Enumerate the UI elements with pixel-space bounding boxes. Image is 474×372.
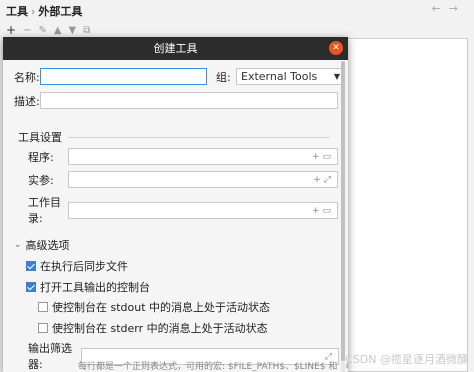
insert-macro-icon[interactable]: +: [312, 206, 323, 216]
name-input[interactable]: [40, 68, 207, 85]
stderr-row: 使控制台在 stderr 中的消息上处于活动状态: [38, 320, 268, 336]
nav-arrows: ←→: [432, 2, 466, 15]
dialog-title: 创建工具: [153, 42, 198, 55]
workdir-input[interactable]: +▭: [68, 201, 338, 219]
tool-settings-heading: 工具设置: [18, 131, 62, 144]
dialog-scrollbar[interactable]: [340, 61, 346, 372]
back-arrow-icon[interactable]: ←: [432, 2, 449, 15]
description-input[interactable]: [40, 92, 338, 109]
move-up-icon[interactable]: ▲: [54, 25, 62, 36]
arguments-label: 实参:: [28, 173, 54, 187]
program-input[interactable]: +▭: [68, 148, 338, 165]
close-icon[interactable]: ✕: [329, 41, 343, 55]
name-row: 名称: 组: External Tools ▼: [14, 68, 345, 85]
arguments-input[interactable]: +⤢: [68, 171, 338, 188]
description-label: 描述:: [14, 94, 40, 108]
settings-header: 工具 › 外部工具 ←→: [0, 0, 474, 20]
section-divider: [68, 136, 330, 138]
stderr-checkbox[interactable]: [38, 323, 48, 333]
add-icon[interactable]: +: [6, 23, 16, 37]
breadcrumb: 工具 › 外部工具: [6, 3, 82, 19]
sync-label[interactable]: 在执行后同步文件: [40, 258, 128, 274]
stdout-label[interactable]: 使控制台在 stdout 中的消息上处于活动状态: [52, 299, 270, 315]
name-label: 名称:: [14, 70, 40, 84]
insert-macro-icon[interactable]: +: [313, 175, 324, 185]
folder-icon[interactable]: ▭: [322, 206, 334, 216]
description-row: 描述:: [14, 92, 338, 109]
stderr-label[interactable]: 使控制台在 stderr 中的消息上处于活动状态: [52, 320, 268, 336]
remove-icon[interactable]: −: [23, 25, 31, 36]
create-tool-dialog: 创建工具 ✕ 名称: 组: External Tools ▼ 描述: 工具设置 …: [3, 37, 348, 372]
forward-arrow-icon[interactable]: →: [449, 2, 466, 15]
console-checkbox[interactable]: [26, 282, 36, 292]
workdir-row: 工作目录: +▭: [28, 194, 338, 226]
filter-hint: 每行都是一个正则表达式，可用的宏: $FILE_PATH$、$LINE$ 和 $…: [78, 362, 348, 372]
program-field-icons: +▭: [312, 150, 334, 165]
folder-icon[interactable]: ▭: [322, 152, 334, 162]
edit-icon[interactable]: ✎: [38, 25, 46, 36]
breadcrumb-current: 外部工具: [38, 5, 83, 18]
workdir-field-icons: +▭: [312, 204, 334, 219]
stdout-row: 使控制台在 stdout 中的消息上处于活动状态: [38, 299, 270, 315]
dialog-titlebar[interactable]: 创建工具 ✕: [3, 37, 348, 60]
advanced-heading: 高级选项: [25, 239, 70, 252]
arguments-field-icons: +⤢: [313, 173, 334, 188]
group-select-value: External Tools: [241, 70, 318, 83]
move-down-icon[interactable]: ▼: [69, 25, 77, 36]
sync-checkbox[interactable]: [26, 261, 36, 271]
copy-icon[interactable]: ⧉: [83, 25, 90, 36]
group-select[interactable]: External Tools ▼: [236, 68, 345, 85]
group-label: 组:: [216, 70, 231, 84]
program-label: 程序:: [28, 150, 54, 164]
arguments-row: 实参: +⤢: [28, 171, 338, 188]
watermark: CSDN @揽星逐月酒微醺: [345, 353, 468, 366]
console-row: 打开工具输出的控制台: [26, 279, 150, 295]
tool-settings-section: 工具设置: [18, 129, 330, 145]
breadcrumb-separator: ›: [31, 5, 36, 18]
filter-label: 输出筛选器:: [28, 342, 72, 371]
tools-toolbar: + − ✎ ▲ ▼ ⧉: [6, 22, 90, 38]
advanced-section[interactable]: ⌄ 高级选项: [14, 237, 70, 253]
console-label[interactable]: 打开工具输出的控制台: [40, 279, 150, 295]
expand-icon[interactable]: ⤢: [324, 175, 334, 185]
stdout-checkbox[interactable]: [38, 302, 48, 312]
program-row: 程序: +▭: [28, 148, 338, 165]
chevron-down-icon[interactable]: ⌄: [14, 240, 22, 250]
breadcrumb-root[interactable]: 工具: [6, 5, 28, 18]
insert-macro-icon[interactable]: +: [312, 152, 323, 162]
workdir-label: 工作目录:: [28, 196, 61, 225]
sync-row: 在执行后同步文件: [26, 258, 128, 274]
